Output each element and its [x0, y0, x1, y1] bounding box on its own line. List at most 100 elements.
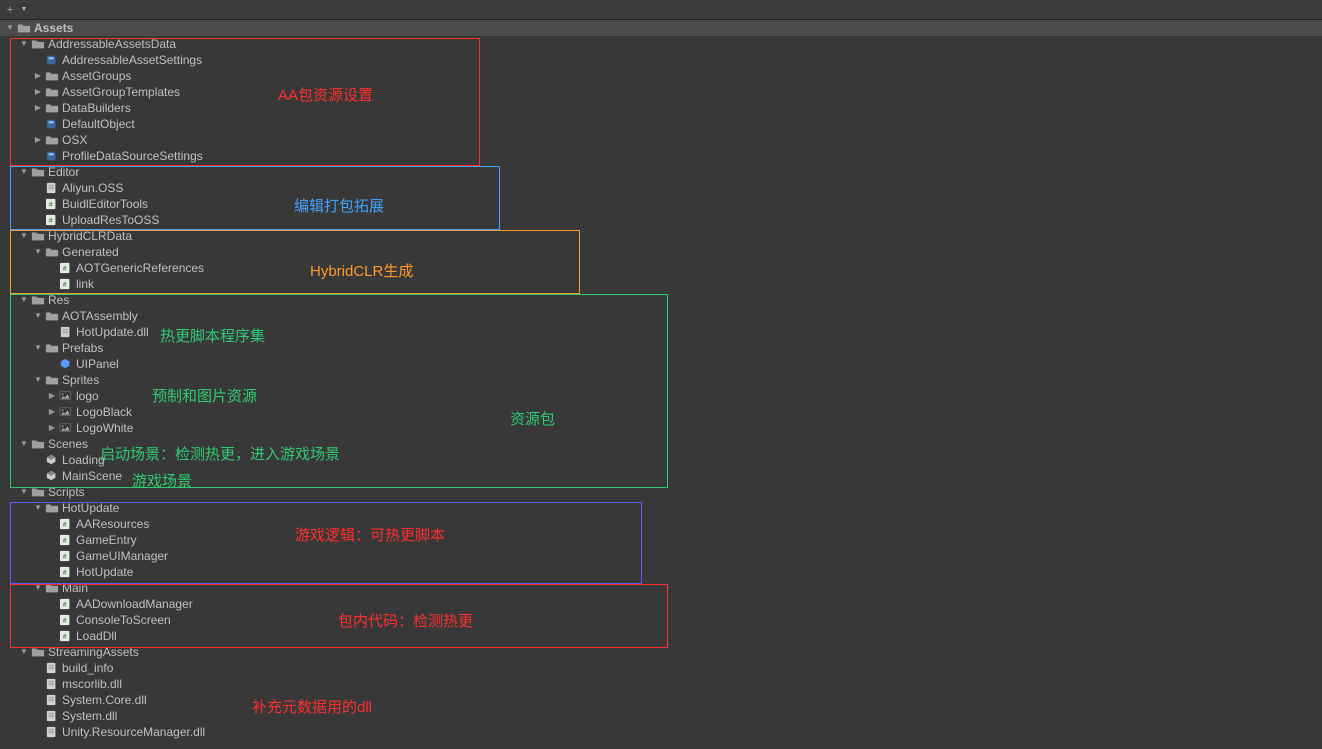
expand-arrow-icon[interactable]	[32, 132, 44, 148]
add-icon[interactable]: +	[4, 4, 16, 16]
svg-text:#: #	[63, 602, 67, 609]
project-hierarchy-panel[interactable]: AssetsAddressableAssetsDataAddressableAs…	[0, 20, 1322, 749]
tree-label: HotUpdate	[76, 564, 133, 580]
tree-row-scripts[interactable]: Scripts	[0, 484, 1322, 500]
svg-text:#: #	[63, 618, 67, 625]
folder-icon	[44, 341, 60, 355]
expand-arrow-icon[interactable]	[18, 436, 30, 452]
csharp-icon: #	[44, 213, 60, 227]
tree-row-uipanel[interactable]: UIPanel	[0, 356, 1322, 372]
tree-row-mscorlib-dll[interactable]: mscorlib.dll	[0, 676, 1322, 692]
expand-arrow-icon[interactable]	[32, 580, 44, 596]
expand-arrow-icon[interactable]	[18, 484, 30, 500]
tree-row-loading[interactable]: Loading	[0, 452, 1322, 468]
tree-row-scenes[interactable]: Scenes	[0, 436, 1322, 452]
dropdown-arrow-icon[interactable]: ▼	[18, 4, 30, 16]
tree-row-assets[interactable]: Assets	[0, 20, 1322, 36]
file-icon	[44, 725, 60, 739]
expand-arrow-icon[interactable]	[18, 292, 30, 308]
tree-row-aliyun-oss[interactable]: Aliyun.OSS	[0, 180, 1322, 196]
tree-row-mainscene[interactable]: MainScene	[0, 468, 1322, 484]
expand-arrow-icon[interactable]	[18, 164, 30, 180]
scene-icon	[44, 453, 60, 467]
tree-row-aotgenericreferences[interactable]: #AOTGenericReferences	[0, 260, 1322, 276]
expand-arrow-icon[interactable]	[46, 420, 58, 436]
tree-row-databuilders[interactable]: DataBuilders	[0, 100, 1322, 116]
expand-arrow-icon[interactable]	[46, 404, 58, 420]
expand-arrow-icon[interactable]	[32, 100, 44, 116]
tree-label: AddressableAssetsData	[48, 36, 176, 52]
tree-row-gameentry[interactable]: #GameEntry	[0, 532, 1322, 548]
tree-row-generated[interactable]: Generated	[0, 244, 1322, 260]
csharp-icon: #	[58, 277, 74, 291]
tree-row-uploadrestooss[interactable]: #UploadResToOSS	[0, 212, 1322, 228]
tree-row-addressableassetsdata[interactable]: AddressableAssetsData	[0, 36, 1322, 52]
tree-label: DefaultObject	[62, 116, 135, 132]
tree-row-assetgroups[interactable]: AssetGroups	[0, 68, 1322, 84]
tree-row-main[interactable]: Main	[0, 580, 1322, 596]
tree-row-consoletoscreen[interactable]: #ConsoleToScreen	[0, 612, 1322, 628]
script-blue-icon	[44, 117, 60, 131]
folder-icon	[44, 501, 60, 515]
tree-label: HybridCLRData	[48, 228, 132, 244]
project-toolbar: + ▼	[0, 0, 1322, 20]
expand-arrow-icon[interactable]	[32, 340, 44, 356]
tree-row-hotupdate-dll[interactable]: HotUpdate.dll	[0, 324, 1322, 340]
tree-row-sprites[interactable]: Sprites	[0, 372, 1322, 388]
tree-row-system-core-dll[interactable]: System.Core.dll	[0, 692, 1322, 708]
tree-row-defaultobject[interactable]: DefaultObject	[0, 116, 1322, 132]
expand-arrow-icon[interactable]	[18, 644, 30, 660]
tree-row-aotassembly[interactable]: AOTAssembly	[0, 308, 1322, 324]
tree-row-editor[interactable]: Editor	[0, 164, 1322, 180]
tree-row-streamingassets[interactable]: StreamingAssets	[0, 644, 1322, 660]
expand-arrow-icon[interactable]	[46, 388, 58, 404]
tree-label: Unity.ResourceManager.dll	[62, 724, 205, 740]
expand-arrow-icon[interactable]	[18, 36, 30, 52]
tree-row-res[interactable]: Res	[0, 292, 1322, 308]
tree-row-logowhite[interactable]: LogoWhite	[0, 420, 1322, 436]
tree-label: DataBuilders	[62, 100, 131, 116]
tree-label: Loading	[62, 452, 105, 468]
expand-arrow-icon[interactable]	[4, 20, 16, 36]
expand-arrow-icon[interactable]	[32, 500, 44, 516]
tree-row-hotupdate[interactable]: #HotUpdate	[0, 564, 1322, 580]
expand-arrow-icon[interactable]	[32, 84, 44, 100]
expand-arrow-icon[interactable]	[18, 228, 30, 244]
tree-row-prefabs[interactable]: Prefabs	[0, 340, 1322, 356]
tree-row-hotupdate[interactable]: HotUpdate	[0, 500, 1322, 516]
tree-row-system-dll[interactable]: System.dll	[0, 708, 1322, 724]
tree-label: MainScene	[62, 468, 122, 484]
prefab-icon	[58, 357, 74, 371]
folder-icon	[44, 101, 60, 115]
tree-row-osx[interactable]: OSX	[0, 132, 1322, 148]
tree-label: UIPanel	[76, 356, 119, 372]
tree-label: AOTGenericReferences	[76, 260, 204, 276]
expand-arrow-icon[interactable]	[32, 68, 44, 84]
tree-row-addressableassetsettings[interactable]: AddressableAssetSettings	[0, 52, 1322, 68]
folder-icon	[44, 581, 60, 595]
tree-row-buidleditortools[interactable]: #BuidlEditorTools	[0, 196, 1322, 212]
tree-row-assetgrouptemplates[interactable]: AssetGroupTemplates	[0, 84, 1322, 100]
folder-icon	[30, 293, 46, 307]
expand-arrow-icon[interactable]	[32, 244, 44, 260]
tree-row-aadownloadmanager[interactable]: #AADownloadManager	[0, 596, 1322, 612]
tree-label: mscorlib.dll	[62, 676, 122, 692]
tree-row-build-info[interactable]: build_info	[0, 660, 1322, 676]
tree-row-aaresources[interactable]: #AAResources	[0, 516, 1322, 532]
expand-arrow-icon[interactable]	[32, 372, 44, 388]
tree-row-loaddll[interactable]: #LoadDll	[0, 628, 1322, 644]
tree-row-gameuimanager[interactable]: #GameUIManager	[0, 548, 1322, 564]
tree-label: Main	[62, 580, 88, 596]
tree-row-unity-resourcemanager-dll[interactable]: Unity.ResourceManager.dll	[0, 724, 1322, 740]
tree-label: Generated	[62, 244, 119, 260]
csharp-icon: #	[44, 197, 60, 211]
tree-row-link[interactable]: #link	[0, 276, 1322, 292]
expand-arrow-icon[interactable]	[32, 308, 44, 324]
tree-row-logoblack[interactable]: LogoBlack	[0, 404, 1322, 420]
tree-row-logo[interactable]: logo	[0, 388, 1322, 404]
tree-row-hybridclrdata[interactable]: HybridCLRData	[0, 228, 1322, 244]
tree-row-profiledatasourcesettings[interactable]: ProfileDataSourceSettings	[0, 148, 1322, 164]
file-icon	[44, 693, 60, 707]
folder-icon	[30, 485, 46, 499]
csharp-icon: #	[58, 597, 74, 611]
